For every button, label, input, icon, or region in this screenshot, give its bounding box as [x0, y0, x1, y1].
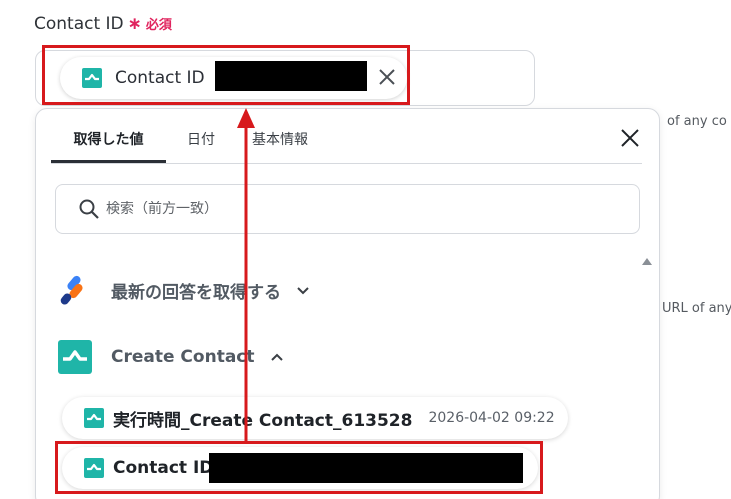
annotation-arrow — [237, 108, 255, 441]
